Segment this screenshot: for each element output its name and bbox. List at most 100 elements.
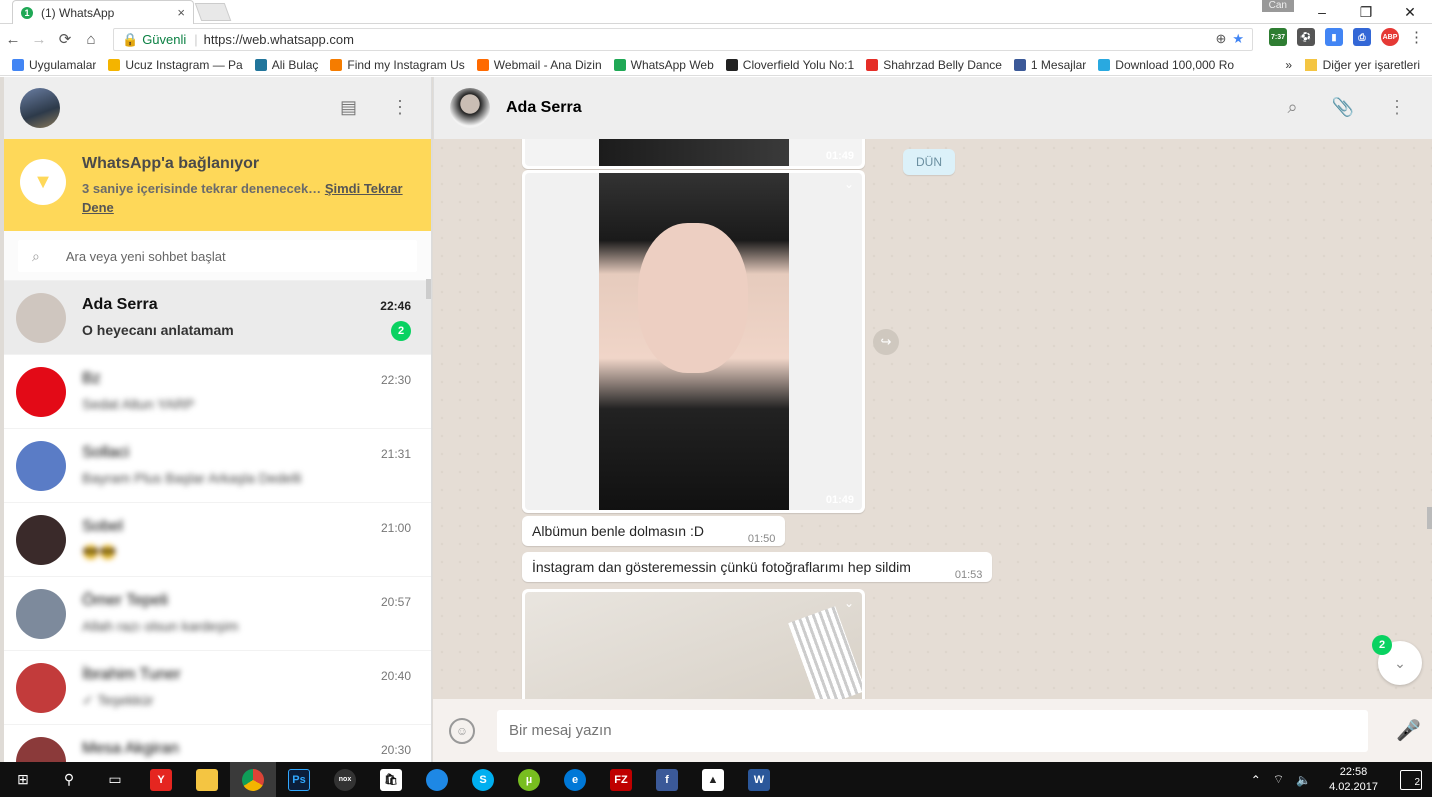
search-messages-icon[interactable]: ⌕	[1287, 97, 1297, 118]
bookmark-item[interactable]: Find my Instagram Us	[330, 58, 465, 72]
taskbar-chrome[interactable]	[230, 762, 276, 797]
emoji-icon[interactable]: ☺	[449, 717, 475, 744]
taskbar-nox[interactable]: nox	[322, 762, 368, 797]
yandex-icon: Y	[150, 768, 172, 791]
bookmark-star-icon[interactable]: ★	[1232, 31, 1244, 47]
extension-soccer-icon[interactable]: ⚽	[1297, 28, 1315, 46]
image-message[interactable]: ⌄ 01:49	[522, 170, 865, 513]
message-text: Albümun benle dolmasın :D	[532, 523, 704, 539]
other-bookmarks[interactable]: Diğer yer işaretleri	[1304, 58, 1420, 72]
chat-list-item[interactable]: Sollaci Bayram Plus Başlar Arkaşla Dedell…	[4, 429, 431, 503]
taskbar-filezilla[interactable]: FZ	[598, 762, 644, 797]
back-icon[interactable]: ←	[0, 31, 26, 48]
extension-printer-icon[interactable]: ⎙	[1353, 28, 1371, 46]
search-taskbar-button[interactable]: ⚲	[46, 762, 92, 797]
taskbar-facebook[interactable]: f	[644, 762, 690, 797]
reload-icon[interactable]: ⟳	[52, 30, 78, 48]
chat-list-item[interactable]: Mesa Akgiran 20:30	[4, 725, 431, 762]
chat-name: Ömer Tepeli	[82, 591, 168, 609]
connection-banner: ▼ WhatsApp'a bağlanıyor 3 saniye içerisi…	[4, 139, 431, 231]
profile-chip[interactable]: Can	[1261, 0, 1294, 12]
bookmark-item[interactable]: Ali Bulaç	[254, 57, 319, 72]
bookmark-item[interactable]: 1 Mesajlar	[1013, 58, 1086, 72]
start-button[interactable]: ⊞	[0, 762, 46, 797]
taskbar-photoshop[interactable]: Ps	[276, 762, 322, 797]
task-view-button[interactable]: ▭	[92, 762, 138, 797]
contact-name[interactable]: Ada Serra	[506, 99, 582, 117]
bookmarks-overflow-button[interactable]: »	[1285, 58, 1292, 72]
bookmark-favicon-icon	[12, 58, 24, 71]
chat-list-item[interactable]: Ada Serra O heyecanı anlatamam 22:46 2	[4, 281, 431, 355]
message-area: 01:49 DÜN ⌄ 01:49 ↪ Albümun benle dolmas…	[433, 139, 1432, 699]
message-input[interactable]	[497, 709, 1368, 752]
browser-menu-icon[interactable]: ⋮	[1409, 28, 1424, 46]
taskbar-edge[interactable]: e	[552, 762, 598, 797]
bookmark-label: Ali Bulaç	[271, 57, 319, 72]
tray-expand-icon[interactable]: ⌃	[1251, 773, 1261, 787]
sidebar-actions: ▤ ⋮	[340, 97, 409, 118]
scroll-to-bottom-button[interactable]: 2 ⌄	[1372, 635, 1422, 685]
my-avatar[interactable]	[20, 88, 60, 128]
message-scrollbar[interactable]	[1427, 507, 1432, 529]
taskbar-explorer[interactable]	[184, 762, 230, 797]
conversation-header[interactable]: Ada Serra ⌕ 📎 ⋮	[433, 77, 1432, 139]
bookmark-item[interactable]: Shahrzad Belly Dance	[866, 58, 1002, 72]
forward-icon[interactable]: →	[26, 31, 52, 48]
image-message[interactable]: 01:49	[522, 139, 865, 169]
sidebar-menu-icon[interactable]: ⋮	[391, 97, 409, 118]
message-options-chevron-icon[interactable]: ⌄	[844, 596, 854, 610]
conversation-menu-icon[interactable]: ⋮	[1388, 97, 1406, 118]
new-tab-button[interactable]	[194, 3, 232, 21]
new-chat-icon[interactable]: ▤	[340, 97, 357, 118]
network-icon[interactable]: ⌔	[1273, 772, 1284, 787]
attach-icon[interactable]: 📎	[1332, 97, 1354, 118]
image-thumbnail[interactable]: ⌄	[525, 592, 862, 699]
bookmark-item[interactable]: WhatsApp Web	[613, 58, 714, 72]
address-bar[interactable]: 🔒 Güvenli | https://web.whatsapp.com ⊕ ★	[113, 28, 1253, 51]
chat-list-item[interactable]: İbrahim Tuner ✓ Teşekkür 20:40	[4, 651, 431, 725]
zoom-icon[interactable]: ⊕	[1215, 31, 1226, 47]
image-thumbnail[interactable]: ⌄ 01:49	[525, 173, 862, 510]
extension-chart-icon[interactable]: ▮	[1325, 28, 1343, 46]
clock[interactable]: 22:58 4.02.2017	[1329, 765, 1378, 795]
taskbar-utorrent[interactable]: µ	[506, 762, 552, 797]
chat-list-item[interactable]: Bz Sedat Altun YARP 22:30	[4, 355, 431, 429]
extension-weather-icon[interactable]: 7:37	[1269, 28, 1287, 46]
contact-avatar[interactable]	[450, 88, 490, 128]
tab-title: (1) WhatsApp	[41, 5, 115, 20]
notification-center-icon[interactable]: 2	[1400, 769, 1422, 790]
home-icon[interactable]: ⌂	[78, 31, 104, 48]
adblock-icon[interactable]: ABP	[1381, 28, 1399, 46]
chat-list-item[interactable]: Sobel 😎😎 21:00	[4, 503, 431, 577]
image-thumbnail[interactable]: 01:49	[525, 139, 862, 166]
bookmark-item[interactable]: Download 100,000 Ro	[1098, 58, 1234, 72]
taskbar-photos[interactable]: ▲	[690, 762, 736, 797]
forward-icon[interactable]: ↪	[873, 329, 899, 355]
taskbar-yandex[interactable]: Y	[138, 762, 184, 797]
bookmark-item[interactable]: Cloverfield Yolu No:1	[725, 58, 854, 72]
bookmark-item[interactable]: Ucuz Instagram — Pa	[108, 58, 243, 72]
message-options-chevron-icon[interactable]: ⌄	[844, 177, 854, 191]
taskbar-word[interactable]: W	[736, 762, 782, 797]
bookmark-item[interactable]: Uygulamalar	[12, 58, 96, 72]
maximize-button[interactable]: ❐	[1344, 4, 1388, 21]
taskbar-skype[interactable]: S	[460, 762, 506, 797]
search-icon: ⚲	[63, 771, 75, 787]
tab-whatsapp[interactable]: 1 (1) WhatsApp ×	[12, 0, 194, 24]
chat-list-item[interactable]: Ömer Tepeli Allah razı olsun kardeşim 20:5…	[4, 577, 431, 651]
search-input[interactable]: ⌕ Ara veya yeni sohbet başlat	[18, 240, 417, 272]
text-message[interactable]: İnstagram dan gösteremessin çünkü fotoğr…	[522, 552, 993, 582]
microphone-icon[interactable]: 🎤	[1396, 718, 1421, 743]
taskbar-app[interactable]	[414, 762, 460, 797]
taskbar-store[interactable]: 🛍	[368, 762, 414, 797]
close-window-button[interactable]: ✕	[1388, 4, 1432, 21]
bookmark-item[interactable]: Webmail - Ana Dizin	[476, 58, 602, 72]
skype-icon: S	[472, 768, 494, 791]
tab-close-icon[interactable]: ×	[177, 5, 185, 20]
chat-time: 22:46	[380, 299, 411, 313]
chat-list-scrollbar[interactable]	[426, 279, 431, 299]
volume-icon[interactable]: 🔈	[1296, 773, 1311, 787]
minimize-button[interactable]: –	[1300, 4, 1344, 20]
text-message[interactable]: Albümun benle dolmasın :D 01:50	[522, 516, 786, 546]
image-message[interactable]: ⌄	[522, 589, 865, 699]
